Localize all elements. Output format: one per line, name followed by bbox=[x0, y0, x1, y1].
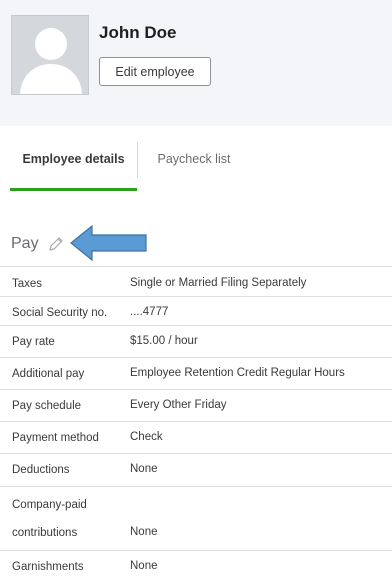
pay-row: Taxes Single or Married Filing Separately bbox=[0, 266, 392, 296]
pay-row: Pay rate $15.00 / hour bbox=[0, 325, 392, 357]
pay-row: Pay schedule Every Other Friday bbox=[0, 389, 392, 421]
pay-row-label: Deductions bbox=[12, 464, 70, 476]
pay-row-label: Social Security no. bbox=[12, 307, 108, 319]
left-arrow-icon bbox=[70, 225, 147, 261]
tab-divider bbox=[137, 142, 138, 178]
employee-header: John Doe Edit employee bbox=[0, 0, 392, 126]
pay-row-label: Pay rate bbox=[12, 336, 55, 348]
pay-row: Additional pay Employee Retention Credit … bbox=[0, 357, 392, 389]
pay-row: Social Security no. ....4777 bbox=[0, 296, 392, 325]
pay-row-label: Garnishments bbox=[12, 561, 84, 573]
pay-row-value: Every Other Friday bbox=[130, 399, 227, 411]
tab-paycheck-list[interactable]: Paycheck list bbox=[148, 126, 240, 192]
pay-row-value: None bbox=[130, 526, 158, 538]
pay-row-value: Check bbox=[130, 431, 163, 443]
pay-section-title: Pay bbox=[11, 235, 39, 252]
tab-bar: Employee details Paycheck list bbox=[0, 126, 392, 192]
pay-row-value: ....4777 bbox=[130, 306, 169, 318]
pay-row-value: None bbox=[130, 560, 158, 572]
pay-row-value: $15.00 / hour bbox=[130, 335, 198, 347]
employee-name: John Doe bbox=[99, 23, 177, 42]
person-silhouette-icon bbox=[12, 16, 88, 94]
pay-row-label: Additional pay bbox=[12, 368, 85, 380]
edit-employee-button[interactable]: Edit employee bbox=[99, 57, 211, 86]
avatar bbox=[11, 15, 89, 95]
pay-row-label-continued: contributions bbox=[12, 527, 78, 539]
pay-row: Garnishments None bbox=[0, 550, 392, 584]
pay-row-label: Payment method bbox=[12, 432, 99, 444]
pencil-icon[interactable] bbox=[47, 235, 65, 253]
pay-row-value: Single or Married Filing Separately bbox=[130, 277, 307, 289]
pay-row-label: Taxes bbox=[12, 278, 43, 290]
pay-row: Payment method Check bbox=[0, 421, 392, 453]
pay-row: Deductions None bbox=[0, 453, 392, 486]
tab-employee-details[interactable]: Employee details bbox=[10, 126, 137, 192]
pay-row-label: Pay schedule bbox=[12, 400, 82, 412]
pay-row: Company-paid contributions None bbox=[0, 486, 392, 550]
pay-row-value: Employee Retention Credit Regular Hours bbox=[130, 367, 345, 379]
pay-row-value: None bbox=[130, 463, 158, 475]
pay-row-label: Company-paid bbox=[12, 499, 87, 511]
